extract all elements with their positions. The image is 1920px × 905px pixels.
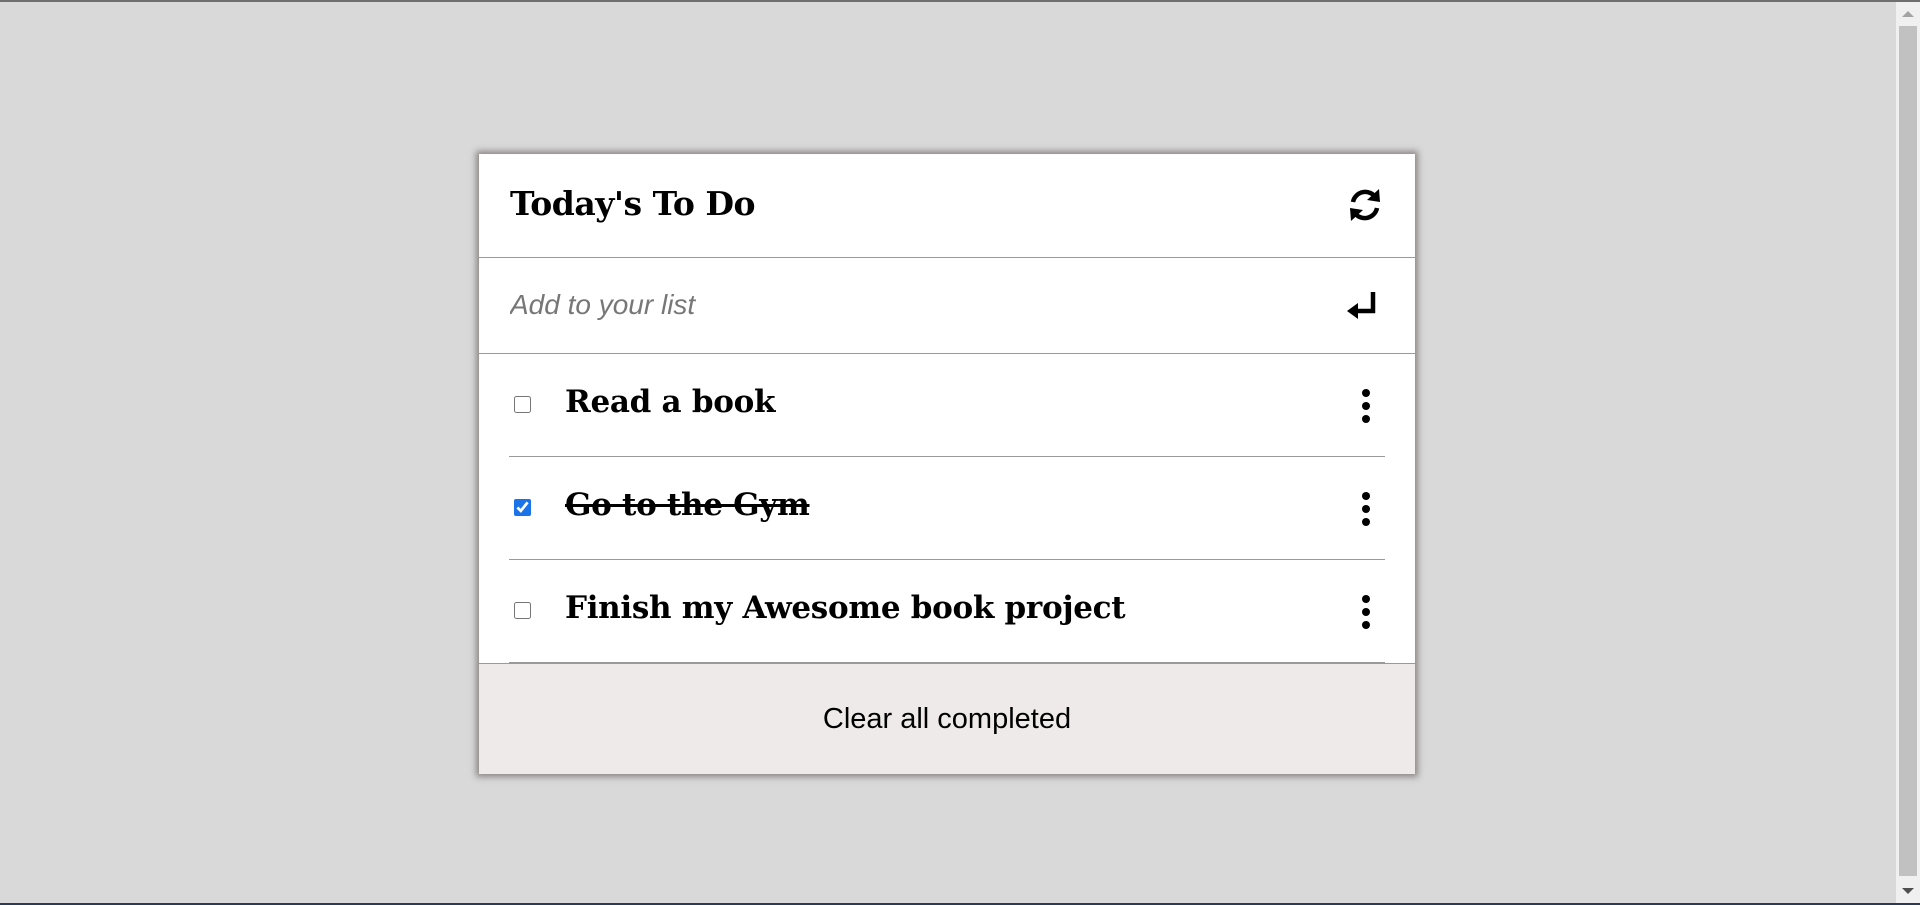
kebab-menu-icon (1362, 492, 1370, 526)
todo-list: Read a book Go to the Gym Finish my Awes… (479, 354, 1415, 663)
todo-checkbox[interactable] (514, 499, 531, 516)
enter-return-icon (1347, 292, 1376, 319)
todo-item: Read a book (509, 354, 1385, 457)
add-item-input[interactable] (510, 280, 1290, 330)
page-title: Today's To Do (510, 184, 755, 223)
refresh-icon (1350, 189, 1380, 221)
window-top-border (0, 0, 1920, 2)
kebab-menu-icon (1362, 595, 1370, 629)
add-item-submit-button[interactable] (1345, 286, 1381, 326)
scrollbar-thumb[interactable] (1899, 26, 1917, 876)
refresh-button[interactable] (1345, 185, 1385, 225)
todo-checkbox[interactable] (514, 602, 531, 619)
vertical-scrollbar[interactable] (1896, 2, 1920, 903)
todo-label[interactable]: Read a book (565, 384, 775, 420)
todo-menu-button[interactable] (1359, 491, 1373, 527)
todo-item: Finish my Awesome book project (509, 560, 1385, 663)
todo-header: Today's To Do (479, 154, 1415, 258)
todo-label[interactable]: Go to the Gym (565, 487, 810, 523)
kebab-menu-icon (1362, 389, 1370, 423)
todo-menu-button[interactable] (1359, 594, 1373, 630)
todo-card: Today's To Do Read a book (479, 154, 1415, 774)
todo-menu-button[interactable] (1359, 388, 1373, 424)
add-item-row (479, 258, 1415, 354)
clear-completed-label: Clear all completed (822, 702, 1072, 735)
todo-label[interactable]: Finish my Awesome book project (565, 590, 1126, 626)
scroll-up-arrow-icon[interactable] (1902, 11, 1914, 17)
clear-completed-button[interactable]: Clear all completed (479, 663, 1415, 774)
todo-item: Go to the Gym (509, 457, 1385, 560)
scroll-down-arrow-icon[interactable] (1902, 888, 1914, 894)
todo-checkbox[interactable] (514, 396, 531, 413)
